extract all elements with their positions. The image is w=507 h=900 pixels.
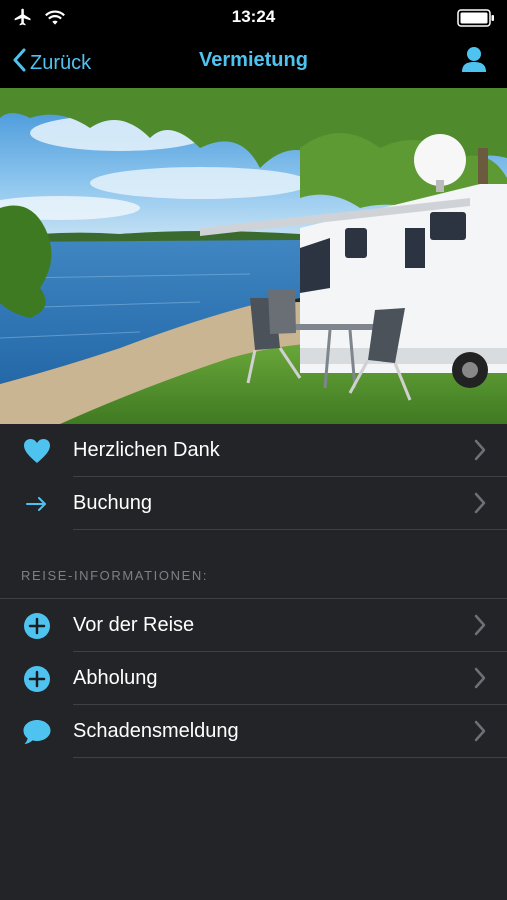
- list-item-schadensmeldung[interactable]: Schadensmeldung: [0, 705, 507, 758]
- chevron-right-icon: [473, 492, 487, 519]
- chevron-right-icon: [473, 614, 487, 641]
- chevron-right-icon: [473, 667, 487, 694]
- battery-icon: [457, 9, 495, 32]
- section-header: REISE-INFORMATIONEN:: [21, 568, 209, 583]
- reise-informationen-list: Vor der Reise Abholung Schadensmeldung: [0, 599, 507, 758]
- person-icon: [461, 47, 487, 78]
- list-item-label: Vor der Reise: [73, 614, 195, 636]
- chevron-right-icon: [473, 439, 487, 466]
- status-time: 13:24: [231, 7, 276, 26]
- heart-icon: [22, 436, 52, 466]
- chevron-right-icon: [473, 720, 487, 747]
- list-item-label: Schadensmeldung: [73, 720, 239, 742]
- list-item-label: Abholung: [73, 667, 158, 689]
- status-bar: 13:24: [0, 0, 507, 36]
- hero-image: [0, 88, 507, 424]
- list-item-abholung[interactable]: Abholung: [0, 652, 507, 705]
- list-item-vor-der-reise[interactable]: Vor der Reise: [0, 599, 507, 652]
- row-separator: [73, 757, 507, 758]
- list-item-label: Herzlichen Dank: [73, 439, 220, 461]
- arrow-right-icon: [22, 489, 52, 519]
- plus-circle-icon: [22, 611, 52, 641]
- list-item-label: Buchung: [73, 492, 152, 514]
- speech-bubble-icon: [22, 717, 52, 747]
- navigation-bar: Zurück Vermietung: [0, 36, 507, 88]
- list-item-buchung[interactable]: Buchung: [0, 477, 507, 530]
- row-separator: [73, 529, 507, 530]
- list-item-herzlichen-dank[interactable]: Herzlichen Dank: [0, 424, 507, 477]
- plus-circle-icon: [22, 664, 52, 694]
- page-title: Vermietung: [199, 49, 308, 71]
- profile-button[interactable]: [461, 46, 487, 79]
- main-list: Herzlichen Dank Buchung: [0, 424, 507, 530]
